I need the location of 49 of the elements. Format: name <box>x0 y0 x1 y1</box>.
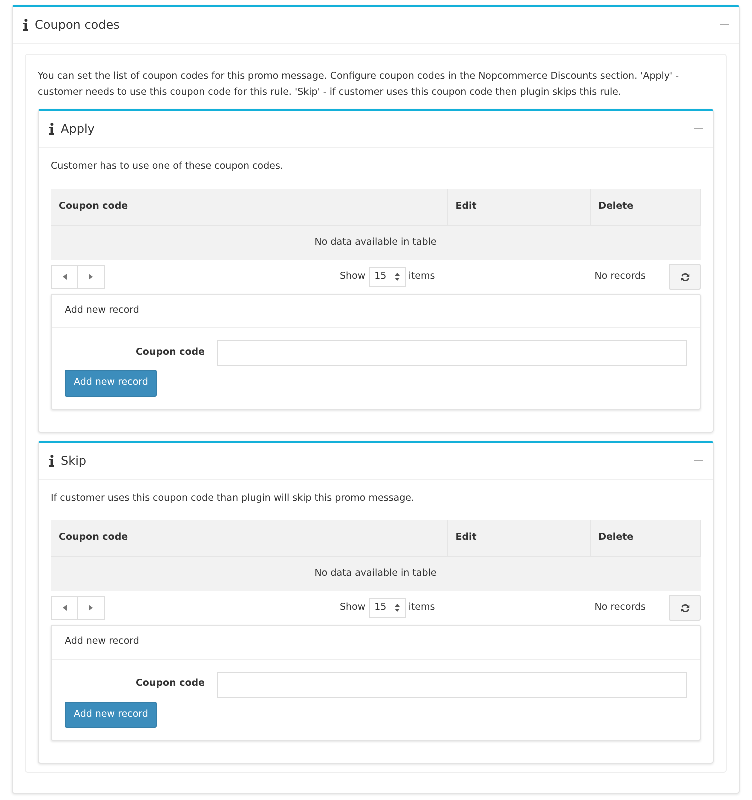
form-title: Add new record <box>52 295 700 328</box>
refresh-button[interactable] <box>669 595 701 622</box>
panel-description: You can set the list of coupon codes for this promo message. Configure coupon codes in the Nopcommerce Discounts section. 'Apply' - customer needs to use this coupon code for this rule. 'Skip' - if customer uses this coupon code then plugin skips this rule. <box>38 70 680 100</box>
empty-message: No data available in table <box>51 225 700 260</box>
refresh-icon <box>680 604 690 613</box>
next-page-button[interactable] <box>78 596 105 620</box>
column-header: Edit <box>447 188 590 226</box>
field-label: Coupon code <box>134 677 206 692</box>
items-label: items <box>408 270 436 284</box>
records-label: No records <box>594 270 646 284</box>
show-label: Show <box>340 601 366 616</box>
page-size-select[interactable]: 15 <box>368 598 406 618</box>
info-icon <box>49 123 55 136</box>
column-header: Coupon code <box>51 520 448 557</box>
section-description: Customer has to use one of these coupon codes. <box>51 160 284 174</box>
previous-page-button[interactable] <box>51 265 78 290</box>
column-header: Edit <box>447 520 590 557</box>
right-triangle-icon <box>89 605 93 612</box>
empty-message: No data available in table <box>51 556 700 592</box>
show-label: Show <box>340 270 366 284</box>
coupon-code-input[interactable] <box>217 340 687 366</box>
next-page-button[interactable] <box>78 265 105 290</box>
page-size-select[interactable]: 15 <box>368 267 406 288</box>
add-record-button[interactable]: Add new record <box>65 702 158 728</box>
section-description: If customer uses this coupon code than plugin will skip this promo message. <box>51 492 416 506</box>
sort-icon <box>394 604 400 612</box>
left-triangle-icon <box>62 605 66 612</box>
form-title: Add new record <box>52 626 700 660</box>
collapse-icon[interactable] <box>694 128 703 130</box>
box-title: Coupon codes <box>35 17 120 34</box>
column-header: Coupon code <box>51 188 448 226</box>
refresh-button[interactable] <box>669 264 701 290</box>
left-triangle-icon <box>62 274 66 280</box>
box-title: Skip <box>61 452 87 470</box>
items-label: items <box>408 601 436 616</box>
column-header: Delete <box>590 520 700 557</box>
info-icon <box>23 19 29 31</box>
previous-page-button[interactable] <box>51 596 78 620</box>
column-header: Delete <box>590 188 700 226</box>
add-record-button[interactable]: Add new record <box>65 370 158 397</box>
right-triangle-icon <box>89 274 93 280</box>
field-label: Coupon code <box>134 346 206 360</box>
sort-icon <box>394 273 400 282</box>
records-label: No records <box>594 601 646 616</box>
box-title: Apply <box>61 121 95 138</box>
info-icon <box>49 454 55 467</box>
coupon-code-input[interactable] <box>217 672 687 698</box>
refresh-icon <box>680 272 690 282</box>
collapse-icon[interactable] <box>694 460 703 462</box>
